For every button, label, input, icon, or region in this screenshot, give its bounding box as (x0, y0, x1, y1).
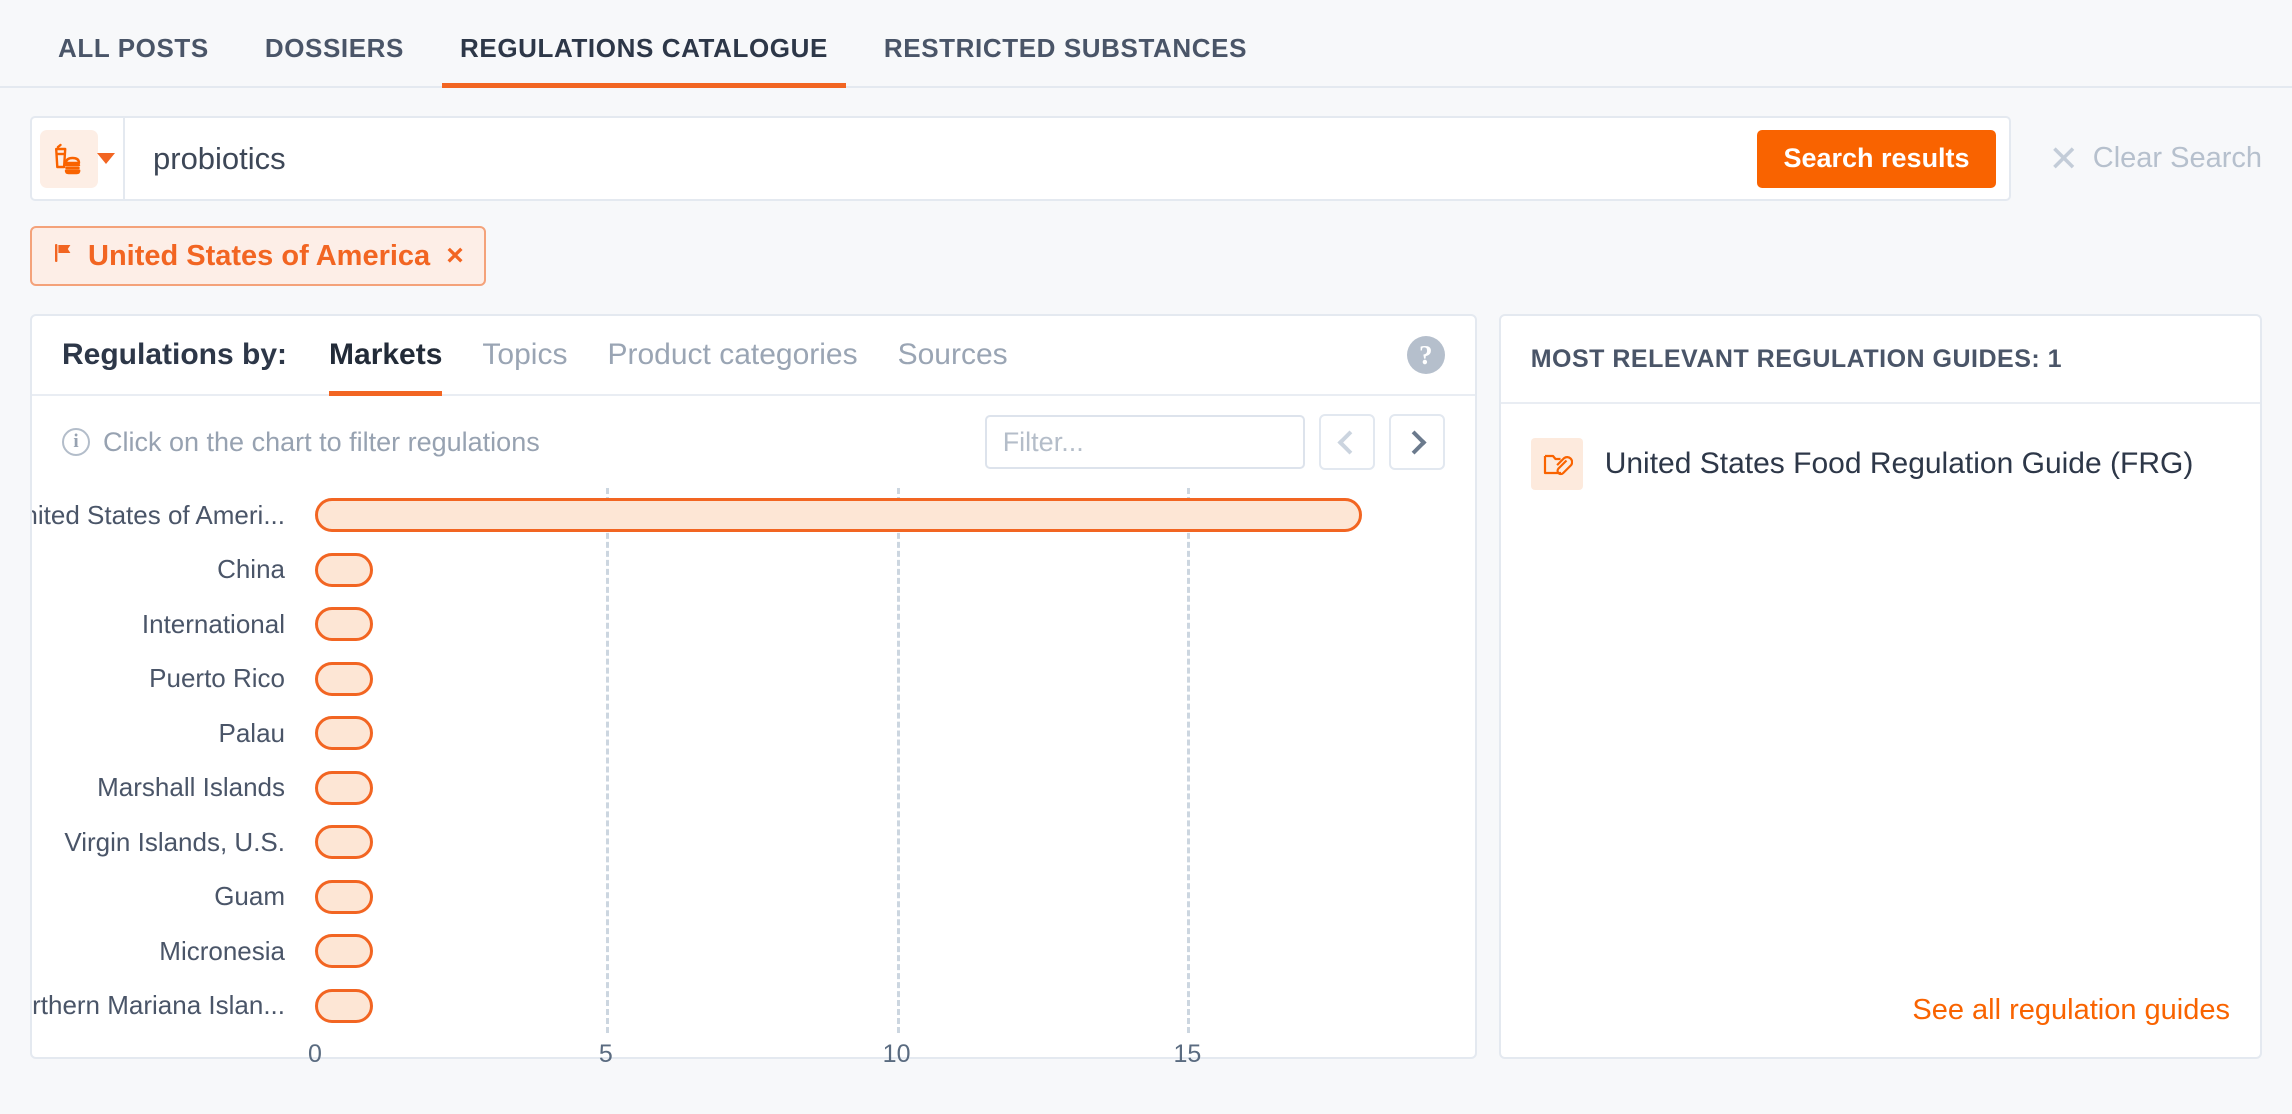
chart-hint-label: Click on the chart to filter regulations (103, 426, 540, 457)
chart-bar[interactable] (315, 552, 374, 587)
close-icon: ✕ (2048, 137, 2079, 179)
question-mark-icon[interactable]: ? (1406, 336, 1445, 374)
chart-bar[interactable] (315, 988, 374, 1023)
chevron-right-icon (1402, 429, 1427, 455)
chart-category-label: United States of Ameri... (32, 499, 285, 530)
chart-category-label: Northern Mariana Islan... (32, 990, 285, 1021)
tab-all-posts[interactable]: ALL POSTS (30, 33, 237, 86)
chart-bar-row[interactable] (315, 543, 1415, 598)
chevron-left-icon (1337, 429, 1362, 455)
chart-bar[interactable] (315, 770, 374, 805)
regulations-chart-card: Regulations by: Markets Topics Product c… (30, 314, 1477, 1068)
search-row: Search results ✕ Clear Search (30, 116, 2262, 201)
see-all-regulation-guides-link[interactable]: See all regulation guides (1912, 994, 2230, 1026)
tab-restricted-substances[interactable]: RESTRICTED SUBSTANCES (856, 33, 1275, 86)
filter-tag-united-states-of-america[interactable]: United States of America × (30, 226, 486, 286)
subtab-sources[interactable]: Sources (898, 338, 1008, 394)
remove-filter-icon[interactable]: × (446, 239, 464, 273)
chart-category-label: Palau (218, 717, 286, 748)
tab-regulations-catalogue[interactable]: REGULATIONS CATALOGUE (432, 33, 856, 88)
chart-category-label: Micronesia (159, 935, 285, 966)
chart-x-tick-label: 0 (308, 1040, 322, 1068)
active-filters-row: United States of America × (0, 201, 2292, 286)
chart-bar-row[interactable] (315, 597, 1415, 652)
chart-next-button[interactable] (1388, 414, 1445, 470)
clear-search-button[interactable]: ✕ Clear Search (2048, 137, 2262, 179)
primary-tab-bar: ALL POSTS DOSSIERS REGULATIONS CATALOGUE… (0, 0, 2292, 88)
chart-x-axis: 0 5 10 15 (308, 1040, 1415, 1080)
chart-toolbar: i Click on the chart to filter regulatio… (32, 396, 1475, 488)
chart-bar[interactable] (315, 498, 1362, 533)
guide-label: United States Food Regulation Guide (FRG… (1604, 447, 2194, 480)
search-results-button[interactable]: Search results (1757, 129, 1996, 188)
chart-bar-row[interactable] (315, 979, 1415, 1034)
chevron-down-icon (97, 153, 115, 164)
regulations-by-tabs: Regulations by: Markets Topics Product c… (32, 316, 1475, 396)
search-zone: Search results ✕ Clear Search (0, 88, 2292, 201)
flag-icon (52, 240, 76, 273)
chart-bar[interactable] (315, 607, 374, 642)
search-input[interactable] (125, 140, 1758, 177)
chart-area: United States of Ameri... China Internatio… (32, 488, 1475, 1068)
chart-bar[interactable] (315, 825, 374, 860)
chart-bar-row[interactable] (315, 706, 1415, 761)
chart-x-tick-label: 15 (1173, 1040, 1202, 1068)
chart-bar-row[interactable] (315, 761, 1415, 816)
regulation-guides-list: United States Food Regulation Guide (FRG… (1501, 404, 2260, 994)
chart-prev-button[interactable] (1318, 414, 1375, 470)
subtab-product-categories[interactable]: Product categories (607, 338, 857, 394)
list-item[interactable]: United States Food Regulation Guide (FRG… (1530, 438, 2230, 490)
chart-category-label: International (141, 608, 285, 639)
chart-bar-row[interactable] (315, 652, 1415, 707)
chart-category-label: China (217, 554, 285, 585)
clear-search-label: Clear Search (2092, 142, 2262, 174)
chart-category-label: Puerto Rico (149, 663, 285, 694)
regulation-guides-footer: See all regulation guides (1501, 994, 2260, 1057)
chart-inner: United States of Ameri... China Internatio… (32, 488, 1445, 1068)
chart-plot (315, 488, 1415, 1033)
search-box: Search results (30, 116, 2011, 201)
category-selector-button[interactable] (32, 118, 125, 199)
regulation-guides-header: MOST RELEVANT REGULATION GUIDES: 1 (1500, 316, 2260, 404)
chart-bar[interactable] (315, 661, 374, 696)
tab-dossiers[interactable]: DOSSIERS (237, 33, 432, 86)
folder-attachment-icon (1530, 438, 1583, 490)
food-and-drink-icon (40, 129, 98, 188)
main-content: Regulations by: Markets Topics Product c… (0, 286, 2292, 1068)
chart-bar-row[interactable] (315, 870, 1415, 925)
chart-hint: i Click on the chart to filter regulatio… (62, 427, 540, 458)
chart-bar-row[interactable] (315, 488, 1415, 543)
chart-filter-input[interactable] (984, 415, 1305, 469)
chart-bar[interactable] (315, 716, 374, 751)
subtab-markets[interactable]: Markets (329, 338, 443, 396)
regulation-guides-card: MOST RELEVANT REGULATION GUIDES: 1 Unite… (1498, 314, 2262, 1059)
chart-bar-row[interactable] (315, 815, 1415, 870)
chart-category-labels: United States of Ameri... China Internatio… (32, 488, 285, 1033)
chart-bar[interactable] (315, 934, 374, 969)
chart-x-tick-label: 10 (882, 1040, 911, 1068)
chart-x-tick-label: 5 (598, 1040, 613, 1068)
chart-bar-row[interactable] (315, 924, 1415, 979)
regulations-by-label: Regulations by: (62, 338, 288, 371)
subtab-topics[interactable]: Topics (482, 338, 567, 394)
chart-category-label: Virgin Islands, U.S. (64, 826, 285, 857)
info-icon: i (62, 428, 90, 456)
chart-bar[interactable] (315, 879, 374, 914)
filter-tag-label: United States of America (88, 239, 431, 272)
chart-category-label: Guam (214, 881, 285, 912)
chart-category-label: Marshall Islands (97, 772, 285, 803)
